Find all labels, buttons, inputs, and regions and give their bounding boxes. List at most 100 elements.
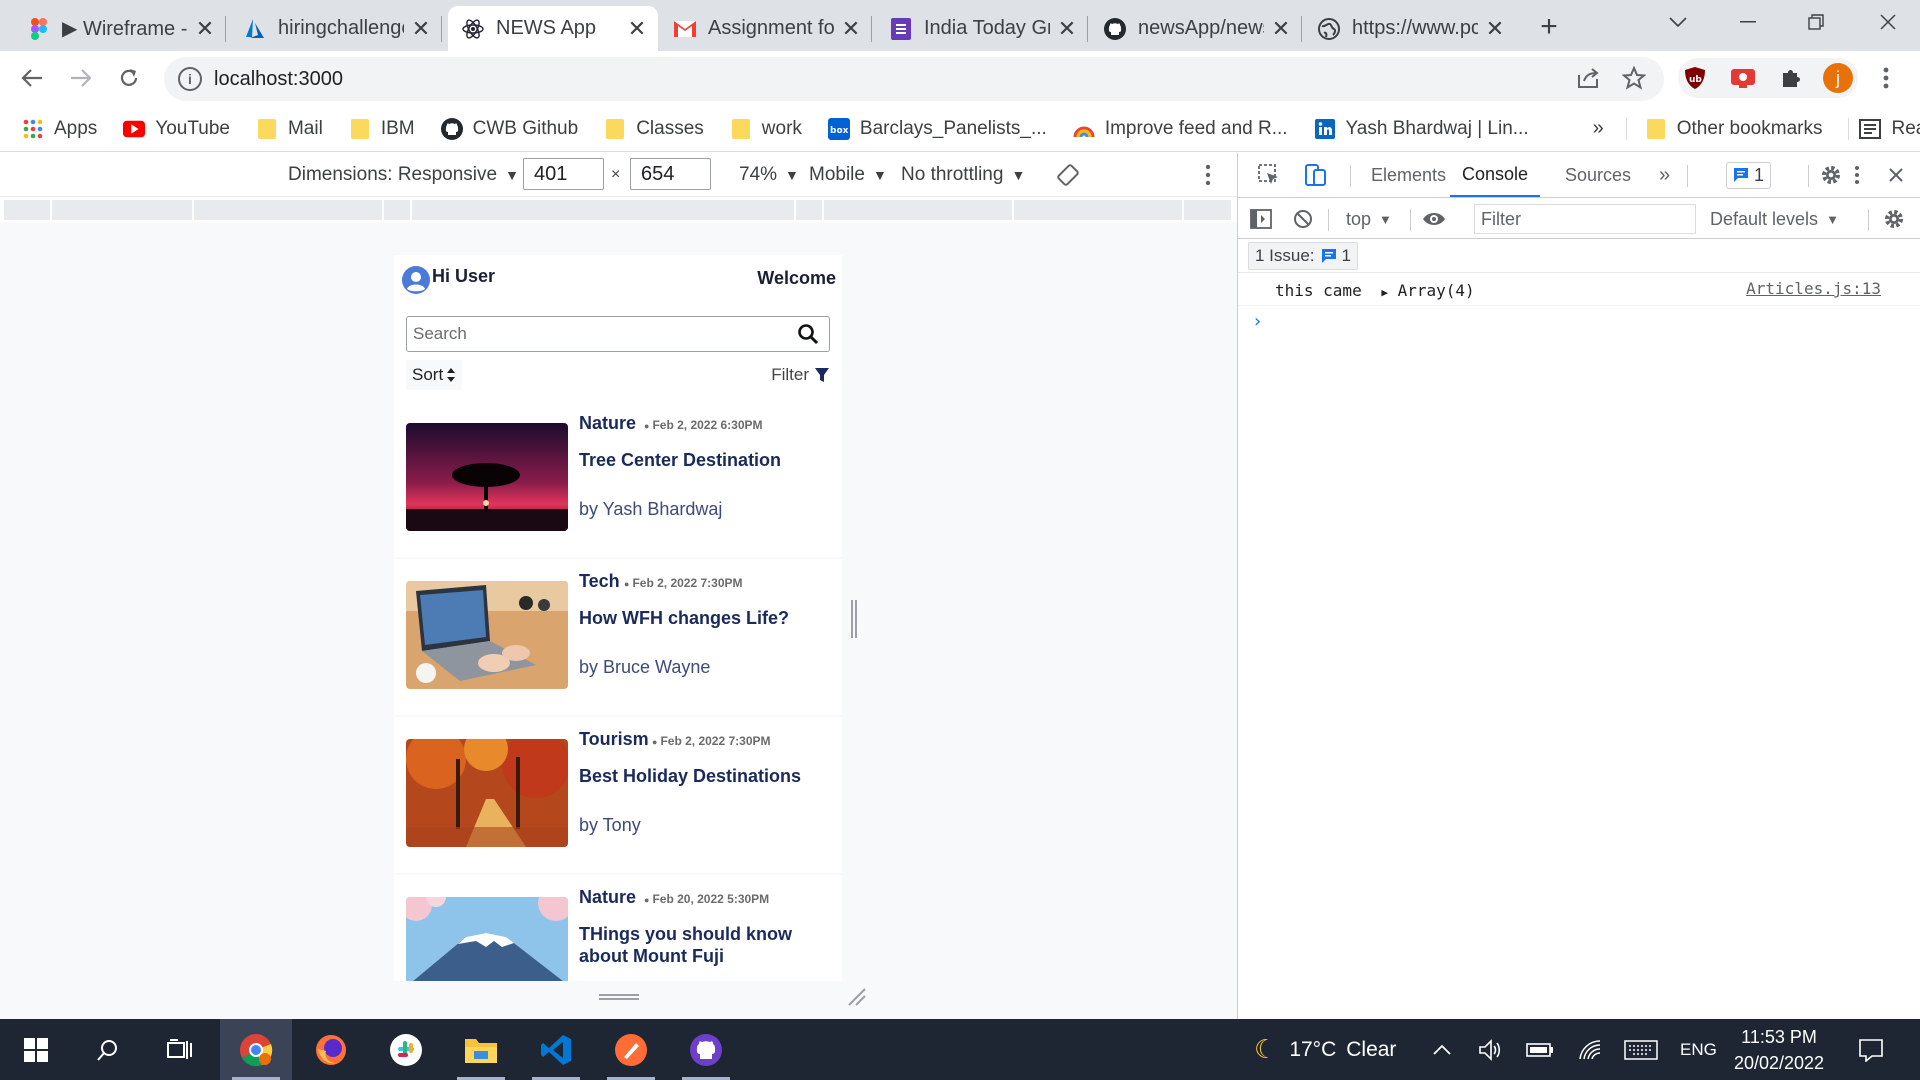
devtools-settings-icon[interactable] [1820,153,1842,197]
bookmark-linkedin[interactable]: Yash Bhardwaj | Lin... [1314,118,1529,140]
search-input[interactable] [413,319,797,349]
keyboard-icon[interactable] [1624,1019,1658,1080]
article-card[interactable]: Tourism Feb 2, 2022 7:30PM Best Holiday … [394,717,842,873]
taskbar-github-desktop[interactable] [670,1019,742,1080]
article-category[interactable]: Nature [579,887,636,908]
clear-console-icon[interactable] [1293,199,1313,239]
bookmark-star-icon[interactable] [1617,61,1651,95]
devtools-menu-icon[interactable] [1854,153,1860,197]
close-tab-icon[interactable]: ✕ [1484,16,1506,41]
taskbar-file-explorer[interactable] [445,1019,517,1080]
restore-window-button[interactable] [1796,6,1836,38]
share-icon[interactable] [1571,61,1605,95]
article-title[interactable]: Best Holiday Destinations [579,765,837,787]
search-box[interactable] [406,316,830,352]
show-sidebar-icon[interactable] [1250,199,1272,239]
taskbar-postman[interactable] [595,1019,667,1080]
expand-triangle-icon[interactable]: ▶ [1381,286,1388,299]
height-input[interactable]: 654 [630,158,711,190]
console-prompt[interactable]: › [1252,311,1263,332]
tab-india-today[interactable]: India Today Gr ✕ [876,6,1088,51]
task-view-button[interactable] [144,1019,216,1080]
minimize-window-button[interactable] [1728,6,1768,38]
article-category[interactable]: Nature [579,413,636,434]
sort-button[interactable]: Sort [406,360,463,390]
tab-search-chevron-icon[interactable] [1658,6,1698,38]
extensions-puzzle-icon[interactable] [1774,61,1808,95]
weather-widget[interactable]: ☾ 17°C Clear [1254,1019,1396,1080]
address-bar[interactable]: i localhost:3000 [164,57,1664,101]
site-info-icon[interactable]: i [178,67,202,91]
other-bookmarks-folder[interactable]: Other bookmarks [1625,117,1822,140]
wifi-icon[interactable] [1578,1019,1602,1080]
article-card[interactable]: Nature Feb 20, 2022 5:30PM THings you sh… [394,875,842,981]
tab-elements[interactable]: Elements [1359,153,1458,197]
close-tab-icon[interactable]: ✕ [626,16,648,41]
tab-assignment[interactable]: Assignment fo ✕ [660,6,872,51]
tab-hiringchallenge[interactable]: hiringchallenge ✕ [230,6,442,51]
bookmark-classes[interactable]: Classes [604,118,704,140]
tab-console[interactable]: Console [1450,153,1541,197]
issues-badge-button[interactable]: 1 [1726,153,1772,197]
browser-menu-icon[interactable] [1869,61,1903,95]
language-indicator[interactable]: ENG [1680,1019,1717,1080]
device-type-dropdown[interactable]: Mobile ▼ [809,153,887,197]
close-tab-icon[interactable]: ✕ [1056,16,1078,41]
url-text[interactable]: localhost:3000 [214,68,343,91]
rotate-icon[interactable] [1057,153,1079,197]
inspect-element-icon[interactable] [1258,153,1280,197]
resize-corner-handle[interactable] [846,986,866,1006]
article-category[interactable]: Tourism [579,729,649,750]
user-avatar-icon[interactable] [402,266,430,294]
battery-icon[interactable] [1526,1019,1554,1080]
media-query-bar[interactable] [0,198,1237,222]
log-levels-dropdown[interactable]: Default levels ▼ [1710,199,1839,239]
ublock-icon[interactable]: ub [1678,61,1712,95]
back-button[interactable] [14,60,50,96]
more-tabs-button[interactable]: » [1659,153,1670,197]
tab-sources[interactable]: Sources [1553,153,1643,197]
article-title[interactable]: How WFH changes Life? [579,607,837,629]
bookmark-improve-feed[interactable]: Improve feed and R... [1073,118,1288,140]
console-settings-icon[interactable] [1883,199,1905,239]
console-filter-box[interactable] [1474,204,1696,234]
live-expression-eye-icon[interactable] [1422,199,1446,239]
volume-icon[interactable] [1478,1019,1502,1080]
show-hidden-icons-chevron[interactable] [1432,1019,1452,1080]
close-tab-icon[interactable]: ✕ [840,16,862,41]
device-toggle-icon[interactable] [1303,153,1327,197]
profile-avatar[interactable]: j [1821,61,1855,95]
taskbar-firefox[interactable] [295,1019,367,1080]
filter-button[interactable]: Filter [771,360,830,390]
taskbar-chrome[interactable] [220,1019,292,1080]
reload-button[interactable] [111,60,147,96]
bookmark-youtube[interactable]: YouTube [123,118,230,140]
zoom-dropdown[interactable]: 74% ▼ [739,153,799,197]
taskbar-vscode[interactable] [520,1019,592,1080]
bookmark-work[interactable]: work [730,118,802,140]
start-button[interactable] [0,1019,72,1080]
bookmark-apps[interactable]: Apps [22,118,97,140]
dimensions-dropdown[interactable]: Dimensions: Responsive ▼ [288,153,519,197]
bookmark-mail[interactable]: Mail [256,118,323,140]
tab-https[interactable]: https://www.pc ✕ [1304,6,1516,51]
reading-list-button[interactable]: Reading list [1848,117,1920,140]
width-input[interactable]: 401 [523,158,604,190]
article-card[interactable]: Tech Feb 2, 2022 7:30PM How WFH changes … [394,559,842,715]
device-toolbar-menu-icon[interactable] [1205,153,1211,197]
article-category[interactable]: Tech [579,571,620,592]
bookmark-cwb-github[interactable]: CWB Github [440,117,578,140]
tab-newsapp-github[interactable]: newsApp/news ✕ [1090,6,1302,51]
issues-button[interactable]: 1 Issue: 1 [1248,242,1359,270]
close-devtools-icon[interactable] [1888,153,1904,197]
close-tab-icon[interactable]: ✕ [194,16,216,41]
close-tab-icon[interactable]: ✕ [1270,16,1292,41]
forward-button[interactable] [63,60,99,96]
tab-news-app[interactable]: NEWS App ✕ [448,6,658,55]
bookmarks-overflow-button[interactable]: » [1593,117,1604,140]
taskbar-slack[interactable] [370,1019,442,1080]
taskbar-search-button[interactable] [72,1019,144,1080]
context-selector[interactable]: top ▼ [1346,199,1392,239]
screen-recorder-icon[interactable] [1726,61,1760,95]
console-filter-input[interactable] [1481,208,1695,230]
